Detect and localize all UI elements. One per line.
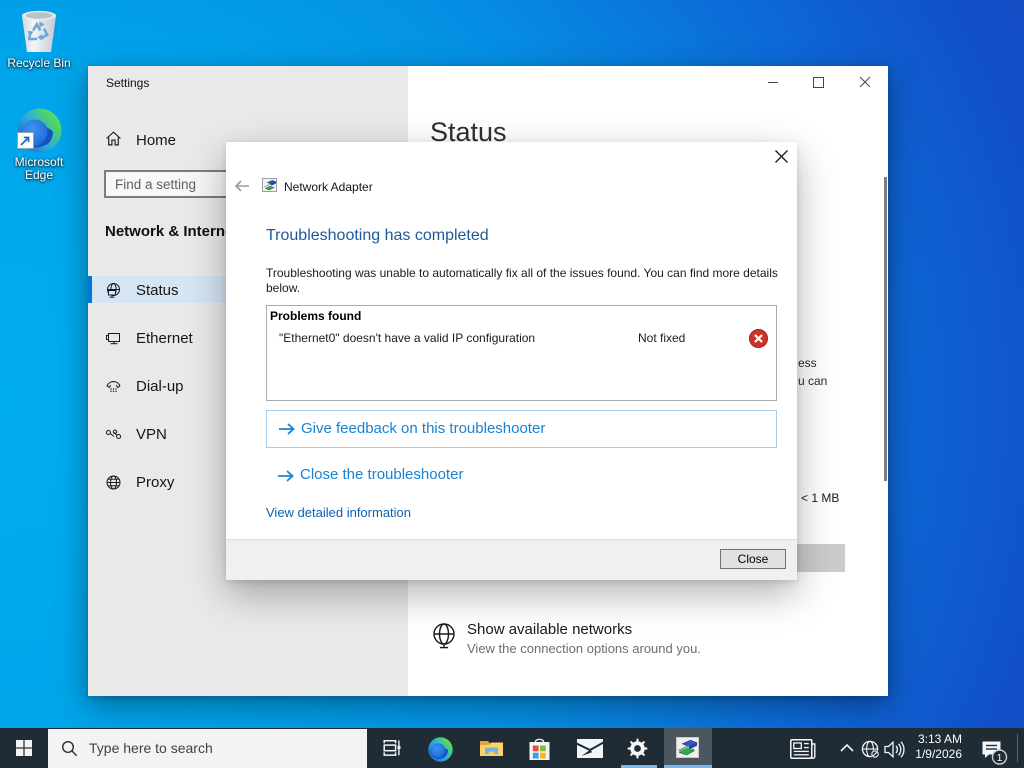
svg-text:1: 1 [997, 753, 1003, 764]
